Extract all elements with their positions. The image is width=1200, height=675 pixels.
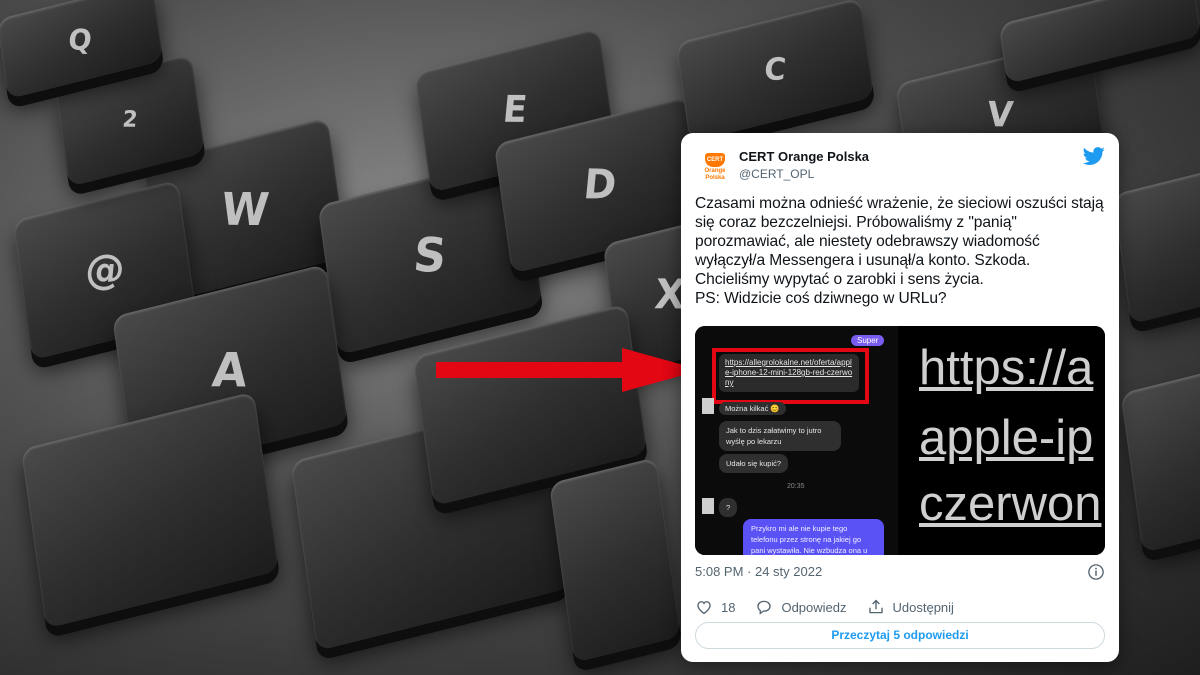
tweet-card: CERT Orange Polska CERT Orange Polska @CE… [681,133,1119,662]
twitter-bird-icon[interactable] [1083,145,1105,167]
avatar-brand: Orange Polska [704,167,726,181]
tweet-header: CERT Orange Polska CERT Orange Polska @CE… [695,145,1105,189]
like-count: 18 [721,599,736,615]
reply-button[interactable]: Odpowiedz [755,598,847,616]
read-replies-button[interactable]: Przeczytaj 5 odpowiedzi [695,622,1105,649]
url-zoom: https://a apple-ip czerwon [901,326,1105,555]
zoom-line: https://a [919,341,1094,395]
tweet-media[interactable]: Super https://allegrolokalne.net/oferta/… [695,326,1105,555]
reply-label: Odpowiedz [781,599,847,615]
highlight-box [712,348,869,404]
chat-message: Udało się kupić? [719,454,789,473]
orange-shield-icon: CERT [705,152,725,167]
chat-time: 20:35 [787,483,805,490]
key-blank-4 [549,457,681,663]
key-c: C [675,0,875,143]
tweet-actions: 18 Odpowiedz Udostępnij [695,597,974,617]
key-blank-1 [20,391,280,629]
heart-icon [697,601,711,615]
chat-message: ? [719,498,738,517]
zoom-line: czerwon [919,477,1102,531]
key-blank-5 [1112,165,1200,325]
key-blank-6 [1120,367,1200,553]
avatar-placeholder [702,398,714,414]
tweet-timestamp[interactable]: 5:08 PM · 24 sty 2022 [695,564,822,579]
my-chat-message: Przykro mi ale nie kupie tego telefonu p… [743,519,884,555]
like-button[interactable]: 18 [695,598,735,616]
chat-message: Jak to dzis załatwimy to jutro wyślę po … [719,421,841,451]
avatar[interactable]: CERT Orange Polska [695,147,735,187]
tweet-text: Czasami można odnieść wrażenie, że sieci… [695,195,1104,307]
zoom-line: apple-ip [919,411,1094,465]
display-name[interactable]: CERT Orange Polska [739,149,869,164]
share-icon [868,599,883,614]
chat-pill: Super [851,335,885,346]
user-handle[interactable]: @CERT_OPL [739,167,814,181]
avatar-placeholder [702,498,714,514]
share-label: Udostępnij [892,599,954,615]
chat-message: Można kilkać 😊 [719,402,786,415]
info-icon[interactable] [1087,563,1105,581]
chat-screenshot: Super https://allegrolokalne.net/oferta/… [695,326,898,555]
reply-icon [757,600,772,615]
key-blank-7 [998,0,1200,85]
share-button[interactable]: Udostępnij [867,598,954,616]
red-arrow-icon [436,348,702,392]
